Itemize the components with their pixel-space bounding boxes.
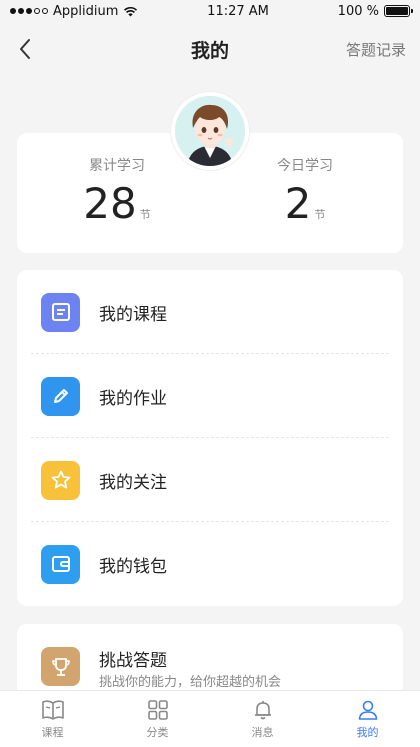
tab-courses[interactable]: 课程 [0,691,105,747]
menu-item-wallet[interactable]: 我的钱包 [17,522,403,606]
user-icon [358,700,377,720]
total-study-value: 28 [83,179,137,228]
page-title: 我的 [190,39,229,62]
challenge-title: 挑战答题 [99,651,167,671]
avatar-illustration [175,96,245,166]
challenge-subtitle: 挑战你的能力，给你超越的机会 [99,675,282,690]
tab-label: 课程 [41,725,64,739]
wifi-icon [124,6,138,16]
today-study-stat: 今日学习 2 节 [245,155,365,225]
total-study-stat: 累计学习 28 节 [57,155,177,225]
avatar[interactable] [171,92,249,170]
tab-categories[interactable]: 分类 [105,691,210,747]
menu-item-homework[interactable]: 我的作业 [17,354,403,438]
menu-item-label: 我的关注 [99,472,167,493]
menu-item-label: 我的课程 [99,304,167,325]
battery-percent: 100 % [337,3,379,19]
menu-card: 我的课程 我的作业 我的关注 我的钱包 [17,270,403,606]
tab-bar: 课程 分类 消息 我的 [0,690,420,747]
battery-icon [383,5,413,17]
wallet-icon [41,544,80,584]
grid-icon [147,699,168,720]
signal-icon [10,8,48,14]
total-study-label: 累计学习 [89,158,145,174]
answer-record-link[interactable]: 答题记录 [346,39,406,60]
total-study-unit: 节 [139,208,151,221]
nav-bar: 我的 答题记录 [0,22,420,76]
menu-item-label: 我的作业 [99,388,167,409]
bell-icon [254,700,271,719]
menu-item-follows[interactable]: 我的关注 [17,438,403,522]
tab-label: 分类 [146,725,169,739]
chevron-left-icon [20,39,30,59]
menu-item-label: 我的钱包 [99,556,167,577]
book-icon [41,699,64,720]
back-button[interactable] [12,36,38,62]
carrier-name: Applidium [53,3,119,19]
tab-mine[interactable]: 我的 [315,691,420,747]
today-study-label: 今日学习 [277,158,333,174]
list-icon [41,292,80,332]
status-left: Applidium [10,4,138,19]
tab-label: 我的 [356,725,379,739]
today-study-unit: 节 [314,208,326,221]
trophy-icon [41,647,80,686]
today-study-value: 2 [284,179,312,228]
pencil-icon [41,376,80,416]
status-right: 100 % [337,3,413,19]
status-time: 11:27 AM [207,3,269,19]
star-icon [41,460,80,500]
tab-label: 消息 [251,725,274,739]
tab-messages[interactable]: 消息 [210,691,315,747]
status-bar: Applidium 11:27 AM 100 % [0,0,420,22]
menu-item-courses[interactable]: 我的课程 [17,270,403,354]
